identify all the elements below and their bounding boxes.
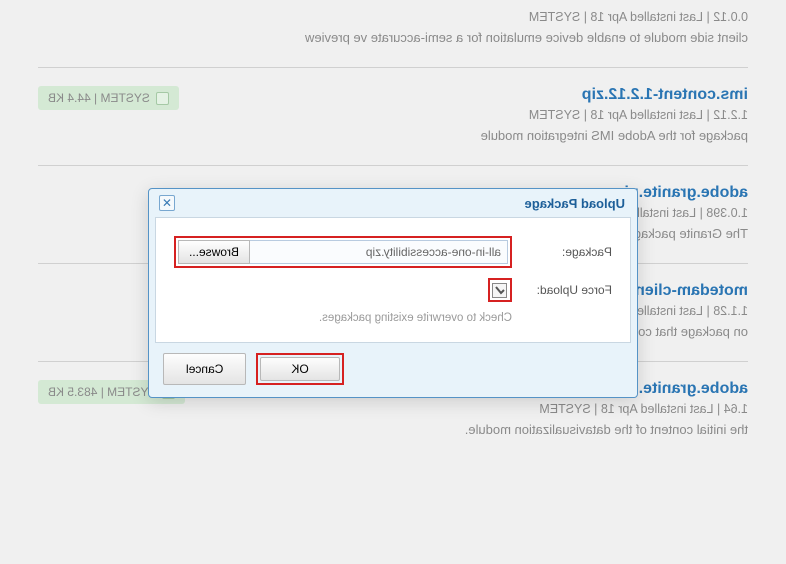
force-upload-label: Force Upload: — [512, 283, 612, 297]
browse-button[interactable]: Browse... — [178, 240, 250, 264]
package-description: package for the Adobe IMS integration mo… — [179, 128, 748, 143]
badge-text: SYSTEM | 483.5 KB — [48, 385, 157, 399]
package-item: 0.0.12 | Last installed Apr 18 | SYSTEM … — [38, 10, 748, 67]
package-meta: 1.64 | Last installed Apr 18 | SYSTEM — [186, 402, 749, 416]
dialog-title: Upload Package — [525, 196, 625, 211]
cancel-button[interactable]: Cancel — [163, 353, 246, 385]
badge-text: SYSTEM | 44.4 KB — [48, 91, 150, 105]
package-info: 0.0.12 | Last installed Apr 18 | SYSTEM … — [38, 10, 748, 45]
dialog-header: Upload Package ✕ — [149, 189, 637, 217]
file-input-highlight: Browse... — [174, 236, 512, 268]
package-description: client side module to enable device emul… — [38, 30, 748, 45]
force-upload-hint: Check to overwrite existing packages. — [174, 312, 512, 324]
ok-button[interactable]: OK — [260, 357, 339, 381]
package-label: Package: — [512, 245, 612, 259]
package-badge: SYSTEM | 44.4 KB — [38, 86, 179, 110]
close-button[interactable]: ✕ — [159, 195, 175, 211]
package-info: ims.content-1.2.12.zip 1.2.12 | Last ins… — [179, 86, 748, 143]
badge-checkbox-icon — [156, 92, 169, 105]
check-icon — [494, 284, 506, 296]
package-title[interactable]: ims.content-1.2.12.zip — [179, 86, 748, 104]
package-meta: 1.2.12 | Last installed Apr 18 | SYSTEM — [179, 108, 748, 122]
form-row-force: Force Upload: — [174, 278, 612, 302]
upload-package-dialog: Upload Package ✕ Package: Browse... Forc… — [148, 188, 638, 398]
package-meta: 0.0.12 | Last installed Apr 18 | SYSTEM — [38, 10, 748, 24]
close-icon: ✕ — [162, 196, 172, 210]
package-file-input[interactable] — [249, 240, 508, 264]
force-upload-checkbox[interactable] — [493, 283, 508, 298]
dialog-body: Package: Browse... Force Upload: Check t… — [155, 217, 631, 343]
force-upload-highlight — [488, 278, 512, 302]
dialog-footer: OK Cancel — [149, 343, 637, 397]
ok-button-highlight: OK — [256, 353, 343, 385]
form-row-package: Package: Browse... — [174, 236, 612, 268]
package-item: ims.content-1.2.12.zip 1.2.12 | Last ins… — [38, 67, 748, 165]
package-description: the initial content of the datavisualiza… — [186, 422, 749, 437]
